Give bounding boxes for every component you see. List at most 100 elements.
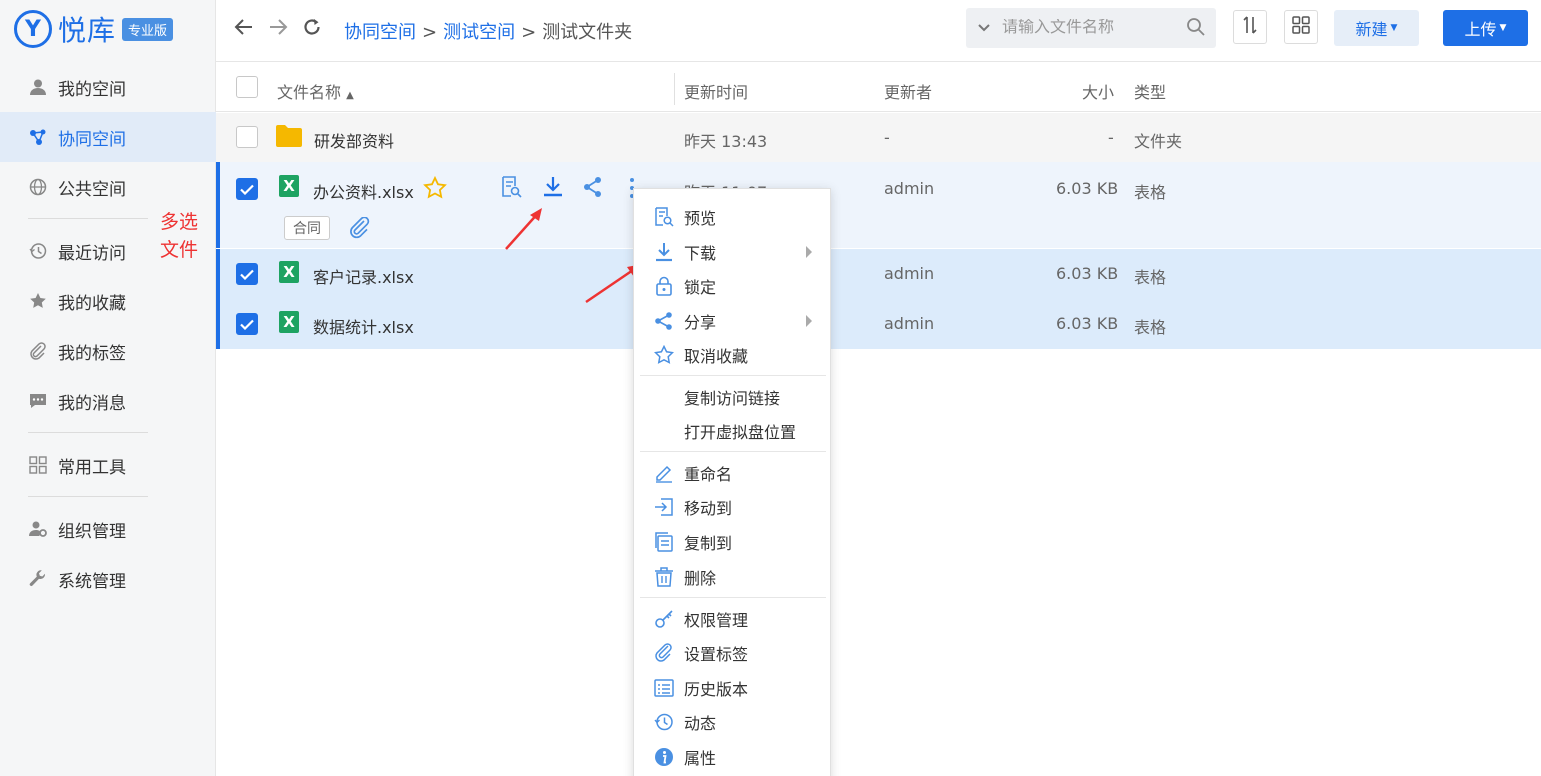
submenu-arrow-icon [806, 246, 812, 258]
menu-item-set-tags[interactable]: 设置标签 [634, 636, 830, 670]
file-tag[interactable]: 合同 [284, 216, 330, 240]
column-divider[interactable] [674, 73, 675, 105]
forward-arrow-icon[interactable] [268, 17, 288, 43]
menu-item-activity[interactable]: 动态 [634, 705, 830, 739]
column-header-updated[interactable]: 更新时间 [684, 79, 748, 103]
sidebar-item-org-management[interactable]: 组织管理 [0, 504, 216, 554]
pencil-icon [654, 463, 674, 483]
file-name[interactable]: 数据统计.xlsx [313, 314, 414, 338]
column-header-name[interactable]: 文件名称 ▲ [277, 79, 354, 103]
sidebar-item-label: 我的空间 [58, 79, 126, 100]
menu-item-rename[interactable]: 重命名 [634, 456, 830, 490]
table-row[interactable]: X 办公资料.xlsx 昨天 11:07 admin 6.03 KB 表格 合同 [216, 162, 1541, 248]
copy-icon [654, 532, 674, 552]
chevron-down-icon[interactable] [978, 21, 990, 35]
column-header-updater[interactable]: 更新者 [884, 79, 932, 103]
sidebar-item-tools[interactable]: 常用工具 [0, 440, 216, 490]
file-size: - [1108, 128, 1114, 147]
table-row[interactable]: X 客户记录.xlsx admin 6.03 KB 表格 [216, 249, 1541, 299]
column-header-size[interactable]: 大小 [1082, 79, 1114, 103]
grid-view-icon [1292, 16, 1310, 38]
logo: Y 悦库 专业版 [14, 10, 174, 48]
preview-icon [654, 207, 674, 227]
row-checkbox[interactable] [236, 313, 258, 335]
paperclip-icon[interactable] [348, 216, 372, 243]
breadcrumb-item[interactable]: 测试空间 [443, 22, 515, 43]
menu-item-share[interactable]: 分享 [634, 304, 830, 338]
file-name[interactable]: 客户记录.xlsx [313, 264, 414, 288]
search-input[interactable] [1002, 19, 1172, 37]
excel-file-icon: X [279, 175, 299, 197]
sidebar-divider [28, 218, 148, 219]
share-icon[interactable] [582, 176, 604, 202]
sidebar-item-label: 我的标签 [58, 343, 126, 364]
excel-file-icon: X [279, 261, 299, 283]
row-checkbox[interactable] [236, 126, 258, 148]
lock-icon [654, 276, 674, 296]
menu-item-history-versions[interactable]: 历史版本 [634, 671, 830, 705]
column-header-type[interactable]: 类型 [1134, 79, 1166, 103]
share-network-icon [28, 127, 48, 147]
menu-item-download[interactable]: 下载 [634, 235, 830, 269]
search-icon[interactable] [1186, 17, 1206, 41]
sidebar-item-messages[interactable]: 我的消息 [0, 376, 216, 426]
sidebar-item-collab-space[interactable]: 协同空间 [0, 112, 216, 162]
back-arrow-icon[interactable] [234, 17, 254, 43]
breadcrumb: 协同空间 > 测试空间 > 测试文件夹 [344, 18, 632, 44]
sidebar-item-label: 系统管理 [58, 571, 126, 592]
menu-item-open-virtual-disk[interactable]: 打开虚拟盘位置 [634, 414, 830, 448]
menu-item-unfavorite[interactable]: 取消收藏 [634, 338, 830, 372]
row-checkbox[interactable] [236, 178, 258, 200]
sidebar-item-tags[interactable]: 我的标签 [0, 326, 216, 376]
sidebar-item-label: 常用工具 [58, 457, 126, 478]
menu-item-label: 设置标签 [684, 645, 749, 664]
menu-item-label: 预览 [684, 209, 717, 228]
trash-icon [654, 567, 674, 587]
menu-item-label: 打开虚拟盘位置 [684, 423, 797, 442]
sidebar-item-system-management[interactable]: 系统管理 [0, 554, 216, 604]
sidebar-item-favorites[interactable]: 我的收藏 [0, 276, 216, 326]
excel-file-icon: X [279, 311, 299, 333]
history-icon [654, 712, 674, 732]
upload-button[interactable]: 上传 ▼ [1443, 10, 1528, 46]
sort-button[interactable] [1233, 10, 1267, 44]
new-button-label: 新建 [1355, 20, 1388, 39]
refresh-icon[interactable] [302, 17, 322, 43]
select-all-checkbox[interactable] [236, 76, 258, 98]
file-name[interactable]: 研发部资料 [314, 128, 394, 152]
top-bar: 协同空间>测试空间>测试文件夹 新建▼ 上传▼ [216, 0, 1541, 62]
preview-icon[interactable] [500, 176, 522, 202]
menu-item-preview[interactable]: 预览 [634, 200, 830, 234]
star-outline-icon[interactable] [423, 175, 447, 204]
download-icon[interactable] [542, 176, 564, 202]
table-row[interactable]: 研发部资料 昨天 13:43 - - 文件夹 [216, 113, 1541, 162]
menu-item-label: 分享 [684, 313, 717, 332]
menu-item-copy-to[interactable]: 复制到 [634, 525, 830, 559]
menu-item-move-to[interactable]: 移动到 [634, 490, 830, 524]
paperclip-icon [654, 643, 674, 663]
caret-down-icon: ▼ [1390, 23, 1398, 33]
menu-item-label: 历史版本 [684, 680, 749, 699]
file-name[interactable]: 办公资料.xlsx [313, 179, 414, 203]
share-icon [654, 311, 674, 331]
menu-item-copy-link[interactable]: 复制访问链接 [634, 380, 830, 414]
menu-item-label: 下载 [684, 244, 717, 263]
menu-item-permissions[interactable]: 权限管理 [634, 602, 830, 636]
menu-item-properties[interactable]: 属性 [634, 740, 830, 774]
row-checkbox[interactable] [236, 263, 258, 285]
breadcrumb-item[interactable]: 协同空间 [344, 22, 416, 43]
menu-item-label: 属性 [684, 749, 717, 768]
menu-item-delete[interactable]: 删除 [634, 560, 830, 594]
key-icon [654, 609, 674, 629]
table-row[interactable]: X 数据统计.xlsx admin 6.03 KB 表格 [216, 299, 1541, 349]
sidebar-item-recent[interactable]: 最近访问 [0, 226, 216, 276]
sidebar: Y 悦库 专业版 我的空间 协同空间 公共空间 多选文件 最近访问 我的收藏 我… [0, 0, 216, 776]
sidebar-item-public-space[interactable]: 公共空间 [0, 162, 216, 212]
view-toggle-button[interactable] [1284, 10, 1318, 44]
sidebar-item-label: 组织管理 [58, 521, 126, 542]
sidebar-item-my-space[interactable]: 我的空间 [0, 62, 216, 112]
menu-item-lock[interactable]: 锁定 [634, 269, 830, 303]
logo-mark: Y [14, 10, 52, 48]
new-button[interactable]: 新建 ▼ [1334, 10, 1419, 46]
updated-time: 昨天 13:43 [684, 132, 768, 151]
